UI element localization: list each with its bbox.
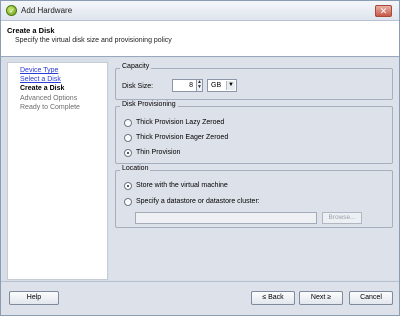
- cancel-button[interactable]: Cancel: [349, 291, 393, 305]
- radio-button[interactable]: [124, 119, 132, 127]
- radio-store-with-vm[interactable]: Store with the virtual machine: [124, 182, 304, 192]
- step-title: Create a Disk: [7, 26, 55, 35]
- datastore-path-input: [135, 212, 317, 224]
- next-button[interactable]: Next ≥: [299, 291, 343, 305]
- nav-item-device-type[interactable]: Device Type: [20, 67, 58, 74]
- nav-item-create-a-disk: Create a Disk: [20, 85, 65, 92]
- location-group: Location Store with the virtual machine …: [115, 165, 393, 228]
- close-button[interactable]: ✕: [375, 5, 392, 17]
- vsphere-app-icon: ✓: [6, 5, 17, 16]
- capacity-legend: Capacity: [120, 63, 152, 70]
- chevron-down-icon[interactable]: ▼: [226, 81, 235, 90]
- capacity-group: Capacity Disk Size: 8 ▲ ▼ GB ▼: [115, 63, 393, 100]
- disk-size-label: Disk Size:: [122, 83, 154, 90]
- radio-label: Thick Provision Lazy Zeroed: [136, 119, 225, 126]
- radio-specify-datastore[interactable]: Specify a datastore or datastore cluster…: [124, 198, 324, 208]
- disk-size-spinner[interactable]: ▲ ▼: [196, 79, 203, 92]
- disk-size-unit-select[interactable]: GB ▼: [207, 79, 237, 92]
- step-subtitle: Specify the virtual disk size and provis…: [15, 37, 172, 44]
- wizard-content: Capacity Disk Size: 8 ▲ ▼ GB ▼ Disk Prov…: [109, 58, 399, 280]
- radio-label: Specify a datastore or datastore cluster…: [136, 198, 260, 205]
- disk-provisioning-group: Disk Provisioning Thick Provision Lazy Z…: [115, 101, 393, 164]
- radio-button-selected[interactable]: [124, 182, 132, 190]
- nav-item-advanced-options: Advanced Options: [20, 95, 78, 102]
- radio-thick-eager-zeroed[interactable]: Thick Provision Eager Zeroed: [124, 134, 274, 144]
- title-bar: ✓ Add Hardware ✕: [1, 1, 399, 21]
- radio-label: Thick Provision Eager Zeroed: [136, 134, 229, 141]
- radio-button[interactable]: [124, 198, 132, 206]
- add-hardware-window: ✓ Add Hardware ✕ Create a Disk Specify t…: [0, 0, 400, 316]
- disk-size-input[interactable]: 8: [172, 79, 197, 92]
- browse-button: Browse...: [322, 212, 362, 224]
- radio-thin-provision[interactable]: Thin Provision: [124, 149, 274, 159]
- radio-button[interactable]: [124, 134, 132, 142]
- spinner-down-icon[interactable]: ▼: [197, 85, 202, 90]
- disk-provisioning-legend: Disk Provisioning: [120, 101, 178, 108]
- location-legend: Location: [120, 165, 151, 172]
- radio-label: Thin Provision: [136, 149, 181, 156]
- nav-item-ready-to-complete: Ready to Complete: [20, 104, 80, 111]
- help-button[interactable]: Help: [9, 291, 59, 305]
- wizard-header: Create a Disk Specify the virtual disk s…: [1, 21, 399, 57]
- app-icon-glyph: ✓: [9, 8, 15, 15]
- window-title: Add Hardware: [21, 6, 73, 15]
- radio-label: Store with the virtual machine: [136, 182, 228, 189]
- disk-size-unit-value: GB: [211, 82, 222, 89]
- radio-button-selected[interactable]: [124, 149, 132, 157]
- back-button[interactable]: ≤ Back: [251, 291, 295, 305]
- wizard-footer: Help ≤ Back Next ≥ Cancel: [1, 281, 399, 315]
- wizard-step-nav: Device Type Select a Disk Create a Disk …: [7, 62, 108, 280]
- nav-item-select-a-disk[interactable]: Select a Disk: [20, 76, 61, 83]
- radio-thick-lazy-zeroed[interactable]: Thick Provision Lazy Zeroed: [124, 119, 274, 129]
